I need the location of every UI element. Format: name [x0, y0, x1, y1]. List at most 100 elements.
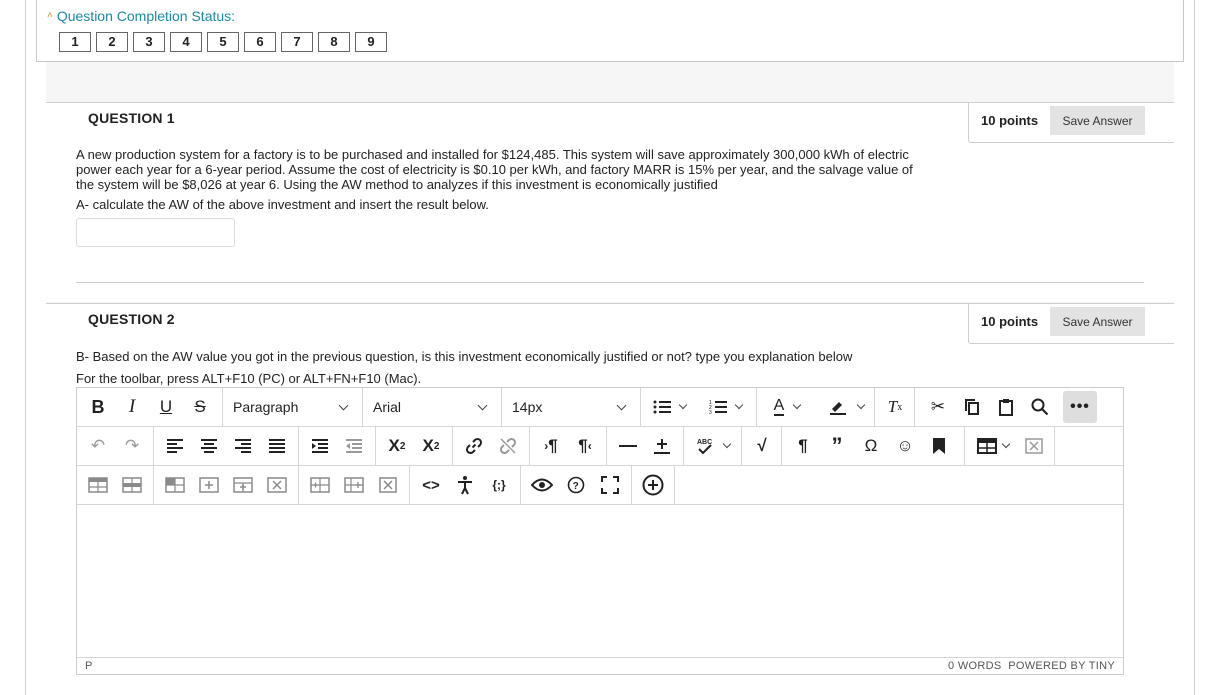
table-row-props-icon[interactable]: [85, 472, 111, 498]
question-2-text: B- Based on the AW value you got in the …: [76, 349, 853, 364]
clear-formatting-icon[interactable]: Tx: [882, 394, 908, 420]
insert-row-after-icon[interactable]: [230, 472, 256, 498]
history-group: ↶ ↷: [77, 427, 154, 465]
rich-text-editor: B I U S Paragraph Arial 14px 1 2 3 A T x…: [76, 387, 1124, 675]
editor-content-area[interactable]: [77, 505, 1123, 657]
delete-col-icon[interactable]: [375, 472, 401, 498]
editor-statusbar: P 0 WORDS POWERED BY TINY: [77, 657, 1123, 674]
special-character-icon[interactable]: Ω: [858, 433, 884, 459]
toolbar-row-1: B I U S Paragraph Arial 14px 1 2 3 A T x…: [77, 388, 1123, 427]
text-color-icon[interactable]: A: [765, 394, 809, 420]
table-cell-props-icon[interactable]: [119, 472, 145, 498]
spellcheck-icon[interactable]: ABC: [690, 433, 736, 459]
insert-col-after-icon[interactable]: [341, 472, 367, 498]
delete-row-icon[interactable]: [264, 472, 290, 498]
question-link-7[interactable]: 7: [281, 32, 313, 52]
fullscreen-icon[interactable]: [597, 472, 623, 498]
paste-icon[interactable]: [993, 394, 1019, 420]
font-family-select[interactable]: Arial: [363, 388, 502, 426]
add-content-icon[interactable]: [640, 472, 666, 498]
template-icon[interactable]: {;}: [486, 472, 512, 498]
link-group: [453, 427, 530, 465]
merge-cells-icon[interactable]: [162, 472, 188, 498]
question-link-2[interactable]: 2: [96, 32, 128, 52]
page-frame-left: [25, 0, 26, 695]
undo-icon[interactable]: ↶: [85, 433, 111, 459]
math-equation-icon[interactable]: √: [749, 433, 775, 459]
bold-icon[interactable]: B: [85, 394, 111, 420]
question-link-6[interactable]: 6: [244, 32, 276, 52]
question-link-1[interactable]: 1: [59, 32, 91, 52]
insert-row-before-icon[interactable]: [196, 472, 222, 498]
indent-icon[interactable]: [307, 433, 333, 459]
font-size-select[interactable]: 14px: [502, 388, 641, 426]
preview-icon[interactable]: [529, 472, 555, 498]
toolbar-row-2: ↶ ↷ X 2 X 2 › ¶ ¶ ‹ ABC √ ¶ ” Ω ☺: [77, 427, 1123, 466]
question-2-save-answer-button[interactable]: Save Answer: [1050, 307, 1145, 336]
numbered-list-icon[interactable]: 123: [705, 394, 745, 420]
chevron-down-icon: [476, 394, 488, 420]
source-code-icon[interactable]: <>: [418, 472, 444, 498]
table-icon[interactable]: [971, 433, 1015, 459]
superscript-icon[interactable]: X2: [384, 433, 410, 459]
question-link-5[interactable]: 5: [207, 32, 239, 52]
double-chevron-up-icon: ˄: [47, 10, 53, 21]
rtl-icon[interactable]: ¶ ‹: [572, 433, 598, 459]
format-select[interactable]: Paragraph: [223, 388, 363, 426]
delete-table-icon[interactable]: [1021, 433, 1047, 459]
completion-status-toggle[interactable]: ˄ Question Completion Status:: [47, 8, 235, 24]
question-1-answer-input[interactable]: [76, 218, 235, 247]
cut-icon[interactable]: ✂: [925, 394, 951, 420]
page-frame-right: [1194, 0, 1195, 695]
paragraph-mark-icon[interactable]: ¶: [790, 433, 816, 459]
question-link-9[interactable]: 9: [355, 32, 387, 52]
question-number-list: 1 2 3 4 5 6 7 8 9: [59, 32, 387, 52]
align-justify-icon[interactable]: [264, 433, 290, 459]
table-group: [965, 427, 1055, 465]
underline-icon[interactable]: U: [153, 394, 179, 420]
copy-icon[interactable]: [959, 394, 985, 420]
insert-line-icon[interactable]: [649, 433, 675, 459]
question-1-points-panel: 10 points Save Answer: [968, 103, 1174, 143]
bullet-list-icon[interactable]: [649, 394, 689, 420]
question-2-points-panel: 10 points Save Answer: [968, 304, 1174, 344]
question-link-4[interactable]: 4: [170, 32, 202, 52]
question-link-3[interactable]: 3: [133, 32, 165, 52]
powered-by-tiny[interactable]: POWERED BY TINY: [1008, 660, 1115, 672]
chevron-down-icon: [615, 394, 627, 420]
insert-col-before-icon[interactable]: [307, 472, 333, 498]
align-center-icon[interactable]: [196, 433, 222, 459]
blockquote-icon[interactable]: ”: [824, 433, 850, 459]
horizontal-line-icon[interactable]: [615, 433, 641, 459]
question-link-8[interactable]: 8: [318, 32, 350, 52]
question-2-points: 10 points: [981, 314, 1039, 329]
highlight-color-icon[interactable]: [823, 394, 869, 420]
help-icon[interactable]: ?: [563, 472, 589, 498]
outdent-icon[interactable]: [341, 433, 367, 459]
toolbar-row-3: <> {;} ?: [77, 466, 1123, 505]
redo-icon[interactable]: ↷: [119, 433, 145, 459]
text-style-group: B I U S: [77, 388, 223, 426]
subscript-icon[interactable]: X2: [418, 433, 444, 459]
word-count-and-branding: 0 WORDS POWERED BY TINY: [948, 660, 1115, 672]
word-count[interactable]: 0 WORDS: [948, 660, 1001, 672]
ltr-icon[interactable]: › ¶: [538, 433, 564, 459]
format-select-value: Paragraph: [233, 399, 299, 415]
add-content-group: [632, 466, 675, 504]
align-left-icon[interactable]: [162, 433, 188, 459]
link-icon[interactable]: [461, 433, 487, 459]
align-right-icon[interactable]: [230, 433, 256, 459]
strikethrough-icon[interactable]: S: [187, 394, 213, 420]
question-1-save-answer-button[interactable]: Save Answer: [1050, 106, 1145, 135]
svg-text:?: ?: [573, 481, 579, 492]
bookmark-icon[interactable]: [926, 433, 952, 459]
more-options-button[interactable]: •••: [1063, 391, 1097, 423]
italic-icon[interactable]: I: [119, 394, 145, 420]
emoji-icon[interactable]: ☺: [892, 433, 918, 459]
element-path[interactable]: P: [85, 660, 92, 672]
unlink-icon[interactable]: [495, 433, 521, 459]
question-2: QUESTION 2 10 points Save Answer B- Base…: [46, 303, 1174, 695]
search-icon[interactable]: [1027, 394, 1053, 420]
accessibility-icon[interactable]: [452, 472, 478, 498]
script-group: X2 X2: [376, 427, 453, 465]
